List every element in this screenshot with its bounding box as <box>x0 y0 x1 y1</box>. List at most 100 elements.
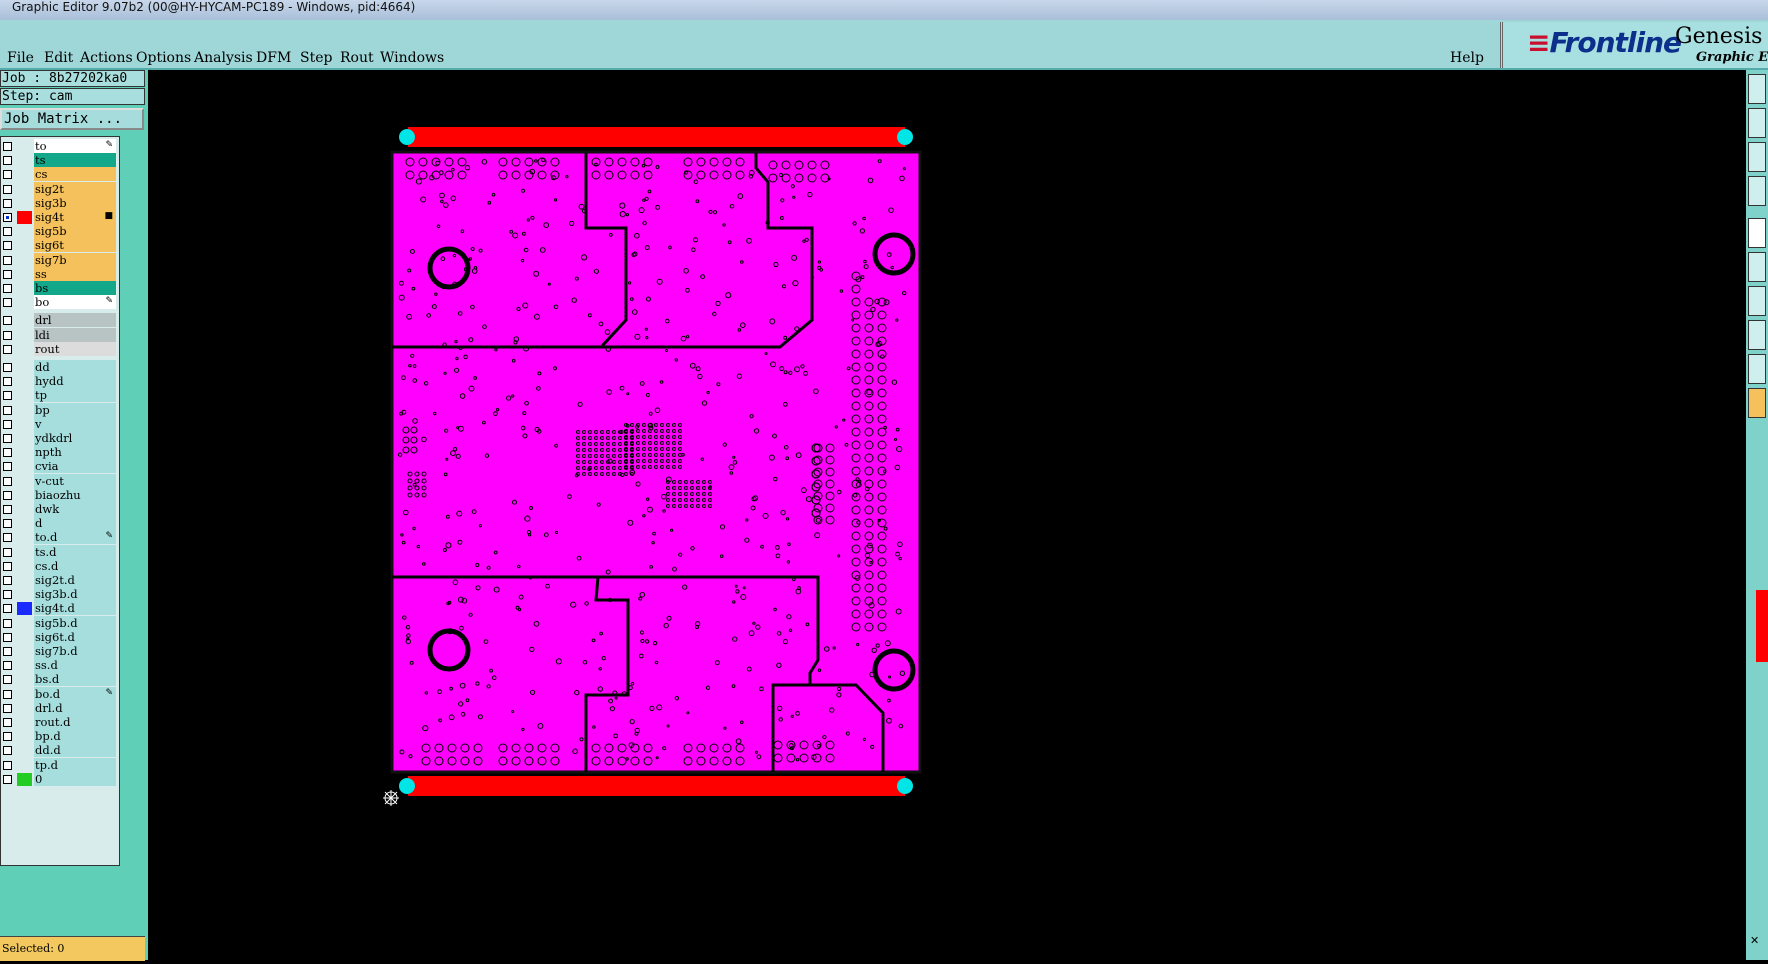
layer-checkbox[interactable] <box>3 732 12 742</box>
menu-options[interactable]: Options <box>136 50 191 66</box>
layer-checkbox[interactable] <box>3 774 12 784</box>
layer-checkbox[interactable] <box>3 689 12 699</box>
menu-actions[interactable]: Actions <box>80 50 133 66</box>
layer-row[interactable]: sig6t <box>1 238 117 253</box>
layer-name[interactable]: drl.d <box>34 700 116 715</box>
layer-row[interactable]: bp <box>1 402 117 418</box>
menu-dfm[interactable]: DFM <box>256 50 291 66</box>
layer-row[interactable]: cs <box>1 167 117 182</box>
layer-row[interactable]: ts.d <box>1 544 117 560</box>
menu-windows[interactable]: Windows <box>380 50 444 66</box>
layer-checkbox[interactable] <box>3 618 12 628</box>
layer-checkbox[interactable] <box>3 255 12 265</box>
layer-row[interactable]: dd <box>1 360 117 375</box>
layer-name[interactable]: ss <box>34 266 116 281</box>
layer-row[interactable]: ydkdrl <box>1 431 117 446</box>
layer-name[interactable]: bp.d <box>34 729 116 744</box>
layer-checkbox[interactable] <box>3 590 12 600</box>
layer-checkbox[interactable] <box>3 184 12 194</box>
layer-checkbox[interactable] <box>3 170 12 180</box>
layer-checkbox[interactable] <box>3 284 12 293</box>
layer-name[interactable]: v <box>34 416 116 431</box>
layer-row[interactable]: rout <box>1 341 117 357</box>
layer-row[interactable]: cs.d <box>1 558 117 574</box>
layer-checkbox[interactable] <box>3 547 12 557</box>
layer-checkbox[interactable] <box>3 718 12 727</box>
layer-row[interactable]: ts <box>1 153 117 168</box>
layer-checkbox[interactable] <box>3 391 12 401</box>
layer-name[interactable]: cs <box>34 167 116 182</box>
layer-checkbox[interactable] <box>3 344 12 354</box>
layer-name[interactable]: sig4t.d <box>34 601 116 616</box>
tool-button-6[interactable] <box>1748 252 1766 282</box>
layer-row[interactable]: sig3b.d <box>1 587 117 602</box>
layer-name[interactable]: sig2t.d <box>34 573 116 587</box>
layer-name[interactable]: ss.d <box>34 658 116 673</box>
layer-name[interactable]: sig7b.d <box>34 644 116 658</box>
layer-row[interactable]: sig7b <box>1 252 117 268</box>
tool-button-5[interactable] <box>1748 218 1766 248</box>
layer-row[interactable]: bs.d <box>1 672 117 687</box>
layer-name[interactable]: sig7b <box>34 252 116 267</box>
layer-row[interactable]: 0 <box>1 771 117 787</box>
layer-name[interactable]: ydkdrl <box>34 431 116 445</box>
layer-row[interactable]: ldi <box>1 327 117 343</box>
graphic-canvas[interactable] <box>148 70 1746 960</box>
layer-row[interactable]: sig6t.d <box>1 629 117 645</box>
layer-checkbox[interactable] <box>3 647 12 656</box>
layer-name[interactable]: sig6t.d <box>34 629 116 644</box>
layer-checkbox[interactable] <box>3 316 12 326</box>
layer-checkbox[interactable] <box>3 746 12 756</box>
layer-name[interactable]: ldi <box>34 327 116 342</box>
layer-checkbox[interactable] <box>3 227 12 237</box>
tool-button-7[interactable] <box>1748 286 1766 316</box>
layer-name[interactable]: hydd <box>34 374 116 389</box>
layer-checkbox[interactable] <box>3 142 12 151</box>
layer-row[interactable]: bp.d <box>1 729 117 744</box>
layer-name[interactable]: sig3b <box>34 195 116 210</box>
tool-button-9[interactable] <box>1748 354 1766 384</box>
layer-checkbox[interactable] <box>3 462 12 472</box>
menu-step[interactable]: Step <box>300 50 332 66</box>
layer-name[interactable]: bp <box>34 402 116 417</box>
layer-checkbox[interactable] <box>3 519 12 529</box>
layer-row[interactable]: sig5b <box>1 224 117 239</box>
menu-analysis[interactable]: Analysis <box>194 50 253 66</box>
layer-checkbox[interactable] <box>3 198 12 208</box>
layer-checkbox[interactable] <box>3 377 12 387</box>
layer-name[interactable]: v-cut <box>34 473 116 488</box>
layer-row[interactable]: hydd <box>1 374 117 389</box>
layer-name[interactable]: bo.d <box>34 686 116 701</box>
layer-checkbox[interactable] <box>3 661 12 671</box>
layer-name[interactable]: ts <box>34 153 116 168</box>
layer-checkbox[interactable] <box>3 476 12 486</box>
layer-checkbox[interactable] <box>3 213 12 222</box>
tool-button-10[interactable] <box>1748 388 1766 418</box>
layer-checkbox[interactable] <box>3 448 12 458</box>
tool-button-8[interactable] <box>1748 320 1766 350</box>
layer-checkbox[interactable] <box>3 156 12 166</box>
layer-name[interactable]: dd.d <box>34 743 116 758</box>
layer-name[interactable]: cvia <box>34 459 116 474</box>
menu-rout[interactable]: Rout <box>340 50 374 66</box>
layer-checkbox[interactable] <box>3 561 12 571</box>
layer-name[interactable]: bo <box>34 295 116 310</box>
layer-name[interactable]: rout <box>34 341 116 356</box>
layer-checkbox[interactable] <box>3 490 12 500</box>
layer-row[interactable]: ss <box>1 266 117 282</box>
layer-row[interactable]: to.d ✎ <box>1 530 117 545</box>
layer-row[interactable]: drl <box>1 313 117 328</box>
layer-name[interactable]: sig2t <box>34 181 116 196</box>
tool-button-2[interactable] <box>1748 108 1766 138</box>
layer-row[interactable]: sig7b.d <box>1 644 117 659</box>
layer-row[interactable]: tp <box>1 388 117 403</box>
layer-name[interactable]: tp <box>34 388 116 403</box>
layer-name[interactable]: dd <box>34 360 116 374</box>
layer-row[interactable]: dd.d <box>1 743 117 758</box>
layer-row[interactable]: sig5b.d <box>1 615 117 631</box>
layer-name[interactable]: sig5b.d <box>34 615 116 630</box>
layer-name[interactable]: sig6t <box>34 238 116 253</box>
job-matrix-button[interactable]: Job Matrix ... <box>0 108 144 130</box>
layer-row[interactable]: sig2t.d <box>1 573 117 588</box>
layer-row[interactable]: sig3b <box>1 195 117 211</box>
